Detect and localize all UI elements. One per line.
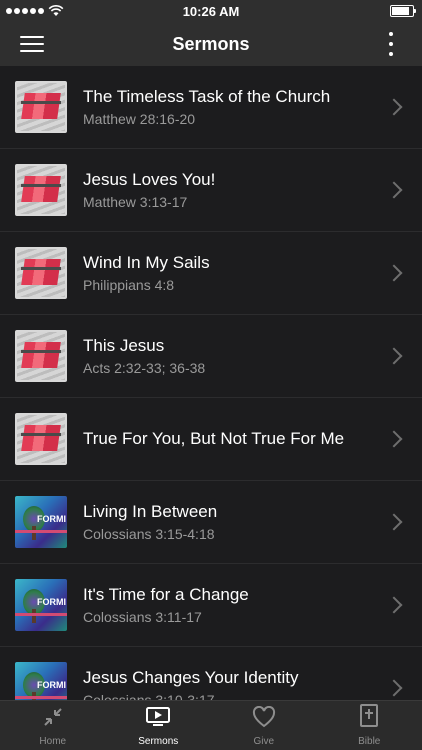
sermon-row[interactable]: The Timeless Task of the Church Matthew 2… — [0, 66, 422, 149]
chevron-right-icon — [385, 181, 403, 199]
bible-cross-icon — [359, 704, 379, 736]
tab-label: Bible — [358, 736, 381, 747]
sermon-title: This Jesus — [83, 336, 165, 355]
sermon-title: Wind In My Sails — [83, 253, 210, 272]
sermon-reference: Acts 2:32-33; 36-38 — [83, 360, 206, 376]
hamburger-menu-icon[interactable] — [20, 33, 44, 55]
timeless-series-artwork — [15, 413, 67, 465]
sermon-title: Living In Between — [83, 502, 218, 521]
sermon-reference: Colossians 3:10-3:17 — [83, 692, 215, 700]
artwork-word: FORMI — [37, 597, 66, 607]
chevron-right-icon — [385, 430, 403, 448]
artwork-word: FORMI — [37, 514, 66, 524]
tab-label: Sermons — [138, 736, 179, 747]
status-bar: 10:26 AM — [0, 0, 422, 22]
sermon-text: Jesus Loves You! Matthew 3:13-17 — [83, 170, 388, 210]
sermon-row[interactable]: Jesus Loves You! Matthew 3:13-17 — [0, 149, 422, 232]
tab-give[interactable]: Give — [211, 701, 317, 750]
sermon-title: True For You, But Not True For Me — [83, 429, 345, 448]
battery-icon — [390, 5, 416, 17]
tab-sermons[interactable]: Sermons — [106, 701, 212, 750]
sermon-row[interactable]: FORMI Jesus Changes Your Identity Colossia… — [0, 647, 422, 700]
sermon-text: The Timeless Task of the Church Matthew 2… — [83, 87, 388, 127]
video-play-icon — [145, 706, 171, 736]
chevron-right-icon — [385, 98, 403, 116]
sermon-row[interactable]: FORMI It's Time for a Change Colossians 3:… — [0, 564, 422, 647]
tab-bar: Home Sermons Give Bible — [0, 700, 422, 750]
nav-bar: Sermons — [0, 22, 422, 66]
sermon-list[interactable]: The Timeless Task of the Church Matthew 2… — [0, 66, 422, 700]
tab-label: Home — [39, 736, 67, 747]
more-options-icon[interactable] — [388, 32, 394, 56]
sermon-text: Wind In My Sails Philippians 4:8 — [83, 253, 388, 293]
timeless-series-artwork — [15, 330, 67, 382]
sermon-row[interactable]: Wind In My Sails Philippians 4:8 — [0, 232, 422, 315]
timeless-series-artwork — [15, 164, 67, 216]
sermon-row[interactable]: This Jesus Acts 2:32-33; 36-38 — [0, 315, 422, 398]
sermon-reference: Matthew 3:13-17 — [83, 194, 188, 210]
sermon-title: It's Time for a Change — [83, 585, 249, 604]
heart-icon — [252, 705, 276, 736]
chevron-right-icon — [385, 347, 403, 365]
sermon-reference: Colossians 3:11-17 — [83, 609, 202, 625]
chevron-right-icon — [385, 679, 403, 697]
sermon-reference: Philippians 4:8 — [83, 277, 175, 293]
tab-home[interactable]: Home — [0, 701, 106, 750]
sermon-row[interactable]: True For You, But Not True For Me — [0, 398, 422, 481]
forming-series-artwork: FORMI — [15, 579, 67, 631]
chevron-right-icon — [385, 513, 403, 531]
sermon-title: Jesus Loves You! — [83, 170, 216, 189]
sermon-reference: Matthew 28:16-20 — [83, 111, 196, 127]
artwork-word: FORMI — [37, 680, 66, 690]
sermon-row[interactable]: FORMI Living In Between Colossians 3:15-4:… — [0, 481, 422, 564]
chevron-right-icon — [385, 596, 403, 614]
forming-series-artwork: FORMI — [15, 662, 67, 700]
collapse-arrows-icon — [42, 706, 64, 736]
sermon-text: Jesus Changes Your Identity Colossians 3:… — [83, 668, 388, 700]
sermon-reference: Colossians 3:15-4:18 — [83, 526, 215, 542]
forming-series-artwork: FORMI — [15, 496, 67, 548]
page-title: Sermons — [172, 33, 250, 54]
sermon-text: Living In Between Colossians 3:15-4:18 — [83, 502, 388, 542]
timeless-series-artwork — [15, 247, 67, 299]
sermon-title: The Timeless Task of the Church — [83, 87, 331, 106]
timeless-series-artwork — [15, 81, 67, 133]
chevron-right-icon — [385, 264, 403, 282]
status-time: 10:26 AM — [182, 3, 240, 19]
sermon-text: This Jesus Acts 2:32-33; 36-38 — [83, 336, 388, 376]
sermon-text: It's Time for a Change Colossians 3:11-17 — [83, 585, 388, 625]
sermon-text: True For You, But Not True For Me — [83, 429, 388, 449]
tab-bible[interactable]: Bible — [317, 701, 422, 750]
sermon-title: Jesus Changes Your Identity — [83, 668, 299, 687]
tab-label: Give — [253, 736, 275, 747]
